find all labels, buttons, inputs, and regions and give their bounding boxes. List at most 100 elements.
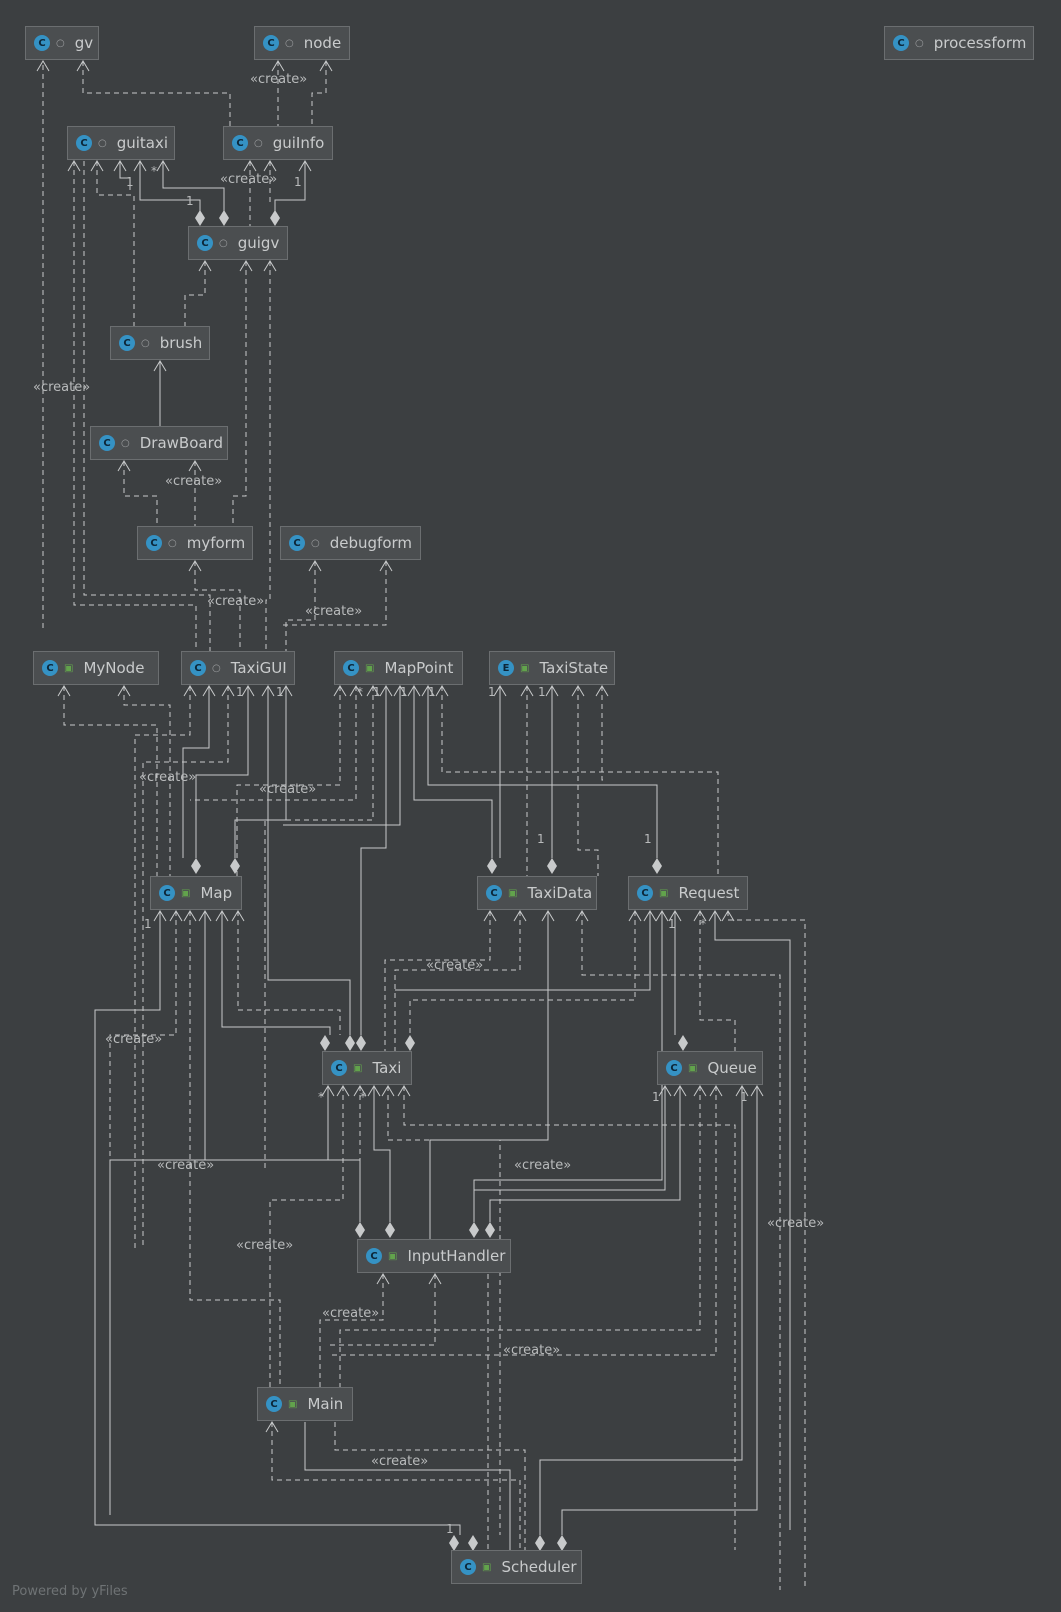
create-stereotype-label: «create» (514, 1158, 572, 1173)
multiplicity-label: 1 (668, 917, 676, 931)
class-icon: C (893, 35, 909, 51)
composition-diamond (469, 1222, 479, 1238)
class-node-taxidata[interactable]: C ▣ TaxiData (477, 876, 597, 910)
dependency-edge (409, 911, 636, 1035)
dependency-edge (234, 686, 287, 858)
class-node-main[interactable]: C ▣ Main (257, 1387, 353, 1421)
dependency-edge (727, 911, 806, 1590)
multiplicity-label: 1 (644, 832, 652, 846)
class-node-debugform[interactable]: C ○ debugform (280, 526, 421, 560)
class-icon: C (42, 660, 58, 676)
class-name: InputHandler (407, 1247, 506, 1265)
class-node-gv[interactable]: C ○ gv (25, 26, 99, 60)
class-icon: C (460, 1559, 476, 1575)
composition-diamond (449, 1535, 459, 1551)
package-access-icon: ○ (219, 237, 228, 249)
multiplicity-label: 1 (144, 917, 152, 931)
dependency-edge (265, 261, 271, 651)
class-node-mynode[interactable]: C ▣ MyNode (33, 651, 159, 685)
class-node-mappoint[interactable]: C ▣ MapPoint (334, 651, 463, 685)
multiplicity-label: 1 (126, 175, 134, 189)
dependency-edge (360, 686, 387, 1035)
dependency-edge (94, 911, 461, 1535)
create-stereotype-label: «create» (305, 604, 363, 619)
multiplicity-label: * (318, 1090, 324, 1104)
dependency-edge (123, 461, 158, 526)
create-stereotype-label: «create» (503, 1343, 561, 1358)
package-access-icon: ○ (56, 37, 65, 49)
enum-icon: E (498, 660, 514, 676)
dependency-edge (232, 261, 247, 526)
public-access-icon: ▣ (520, 662, 530, 674)
public-access-icon: ▣ (64, 662, 74, 674)
dependency-edge (237, 911, 341, 1035)
multiplicity-label: 1 (373, 685, 381, 699)
class-node-taxi[interactable]: C ▣ Taxi (322, 1051, 412, 1085)
class-node-guiinfo[interactable]: C ○ guiInfo (223, 126, 333, 160)
dependency-edge (403, 1086, 736, 1550)
class-name: brush (159, 334, 203, 352)
dependency-edge (699, 911, 736, 1051)
dependency-edge (334, 1422, 526, 1550)
composition-diamond (468, 1535, 478, 1551)
dependency-edge (601, 686, 603, 781)
package-access-icon: ○ (311, 537, 320, 549)
composition-diamond (535, 1535, 545, 1551)
dependency-edge (184, 261, 206, 326)
class-node-drawboard[interactable]: C ○ DrawBoard (90, 426, 228, 460)
dependency-edge (269, 1086, 344, 1387)
public-access-icon: ▣ (365, 662, 375, 674)
composition-diamond (385, 1222, 395, 1238)
class-node-processform[interactable]: C ○ processform (884, 26, 1034, 60)
composition-diamond (678, 1035, 688, 1051)
dependency-edge (413, 686, 493, 858)
dependency-edge (304, 1422, 511, 1550)
composition-diamond (320, 1035, 330, 1051)
class-name: Taxi (372, 1059, 402, 1077)
composition-diamond (405, 1035, 415, 1051)
multiplicity-label: 1 (428, 685, 436, 699)
multiplicity-label: 1 (652, 1090, 660, 1104)
class-node-scheduler[interactable]: C ▣ Scheduler (451, 1550, 582, 1584)
class-node-node[interactable]: C ○ node (254, 26, 350, 60)
class-node-request[interactable]: C ▣ Request (628, 876, 748, 910)
class-icon: C (263, 35, 279, 51)
class-node-taxigui[interactable]: C ○ TaxiGUI (181, 651, 295, 685)
composition-diamond (219, 210, 229, 226)
class-name: TaxiState (539, 659, 609, 677)
class-name: Map (200, 884, 233, 902)
composition-diamond (356, 1035, 366, 1051)
class-name: debugform (329, 534, 413, 552)
package-access-icon: ○ (212, 662, 221, 674)
class-name: Scheduler (501, 1558, 577, 1576)
class-node-inputhandler[interactable]: C ▣ InputHandler (357, 1239, 511, 1273)
class-name: MyNode (83, 659, 145, 677)
class-icon: C (197, 235, 213, 251)
create-stereotype-label: «create» (250, 72, 308, 87)
dependency-edge (267, 686, 351, 1035)
class-icon: C (343, 660, 359, 676)
multiplicity-label: 1 (538, 685, 546, 699)
class-node-taxistate[interactable]: E ▣ TaxiState (489, 651, 615, 685)
multiplicity-label: 1 (236, 685, 244, 699)
create-stereotype-label: «create» (105, 1032, 163, 1047)
class-node-myform[interactable]: C ○ myform (137, 526, 253, 560)
public-access-icon: ▣ (288, 1398, 298, 1410)
class-node-guigv[interactable]: C ○ guigv (188, 226, 288, 260)
class-node-queue[interactable]: C ▣ Queue (657, 1051, 763, 1085)
dependency-edge (384, 911, 491, 1051)
class-node-brush[interactable]: C ○ brush (110, 326, 210, 360)
multiplicity-label: 1 (294, 175, 302, 189)
dependency-edge (395, 911, 651, 991)
dependency-edge (539, 1086, 743, 1535)
multiplicity-label: 1 (400, 685, 408, 699)
class-node-guitaxi[interactable]: C ○ guitaxi (67, 126, 175, 160)
class-icon: C (119, 335, 135, 351)
dependency-edge (581, 911, 781, 1590)
class-icon: C (289, 535, 305, 551)
class-node-map[interactable]: C ▣ Map (150, 876, 242, 910)
dependency-edge (473, 911, 663, 1222)
dependency-edge (474, 1086, 666, 1191)
multiplicity-label: * (700, 917, 706, 931)
composition-diamond (195, 210, 205, 226)
